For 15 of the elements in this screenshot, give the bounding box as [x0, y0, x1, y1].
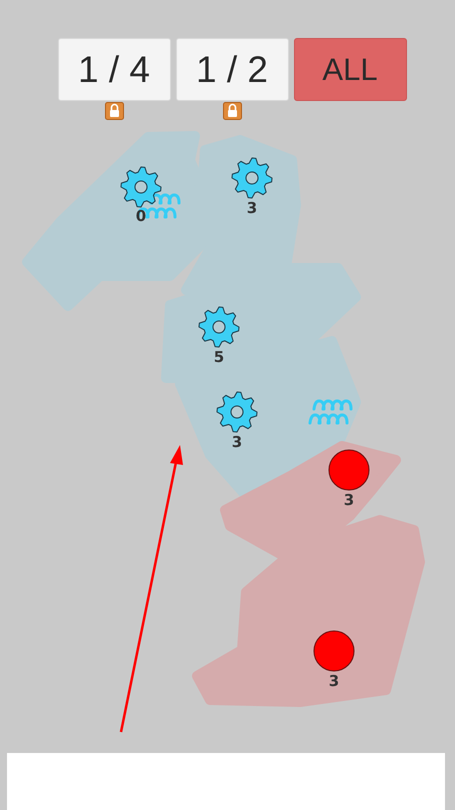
unit-count: 3 [232, 435, 242, 450]
counter-button[interactable]: 1 / 2 [176, 38, 288, 101]
gear-icon[interactable] [215, 390, 259, 434]
gear-icon[interactable] [230, 156, 274, 200]
unit-count: 3 [328, 674, 340, 689]
counter-button[interactable]: 1 / 4 [58, 38, 170, 101]
gear-icon[interactable] [197, 305, 241, 349]
all-button[interactable]: ALL [294, 38, 406, 101]
unit-count: 3 [246, 201, 258, 216]
circle-icon[interactable] [313, 630, 355, 672]
circle-icon[interactable] [328, 449, 370, 491]
unit-count: 0 [136, 209, 146, 224]
unit-count: 5 [214, 350, 224, 365]
gear-icon[interactable] [119, 165, 163, 209]
unit-count: 3 [344, 493, 354, 508]
